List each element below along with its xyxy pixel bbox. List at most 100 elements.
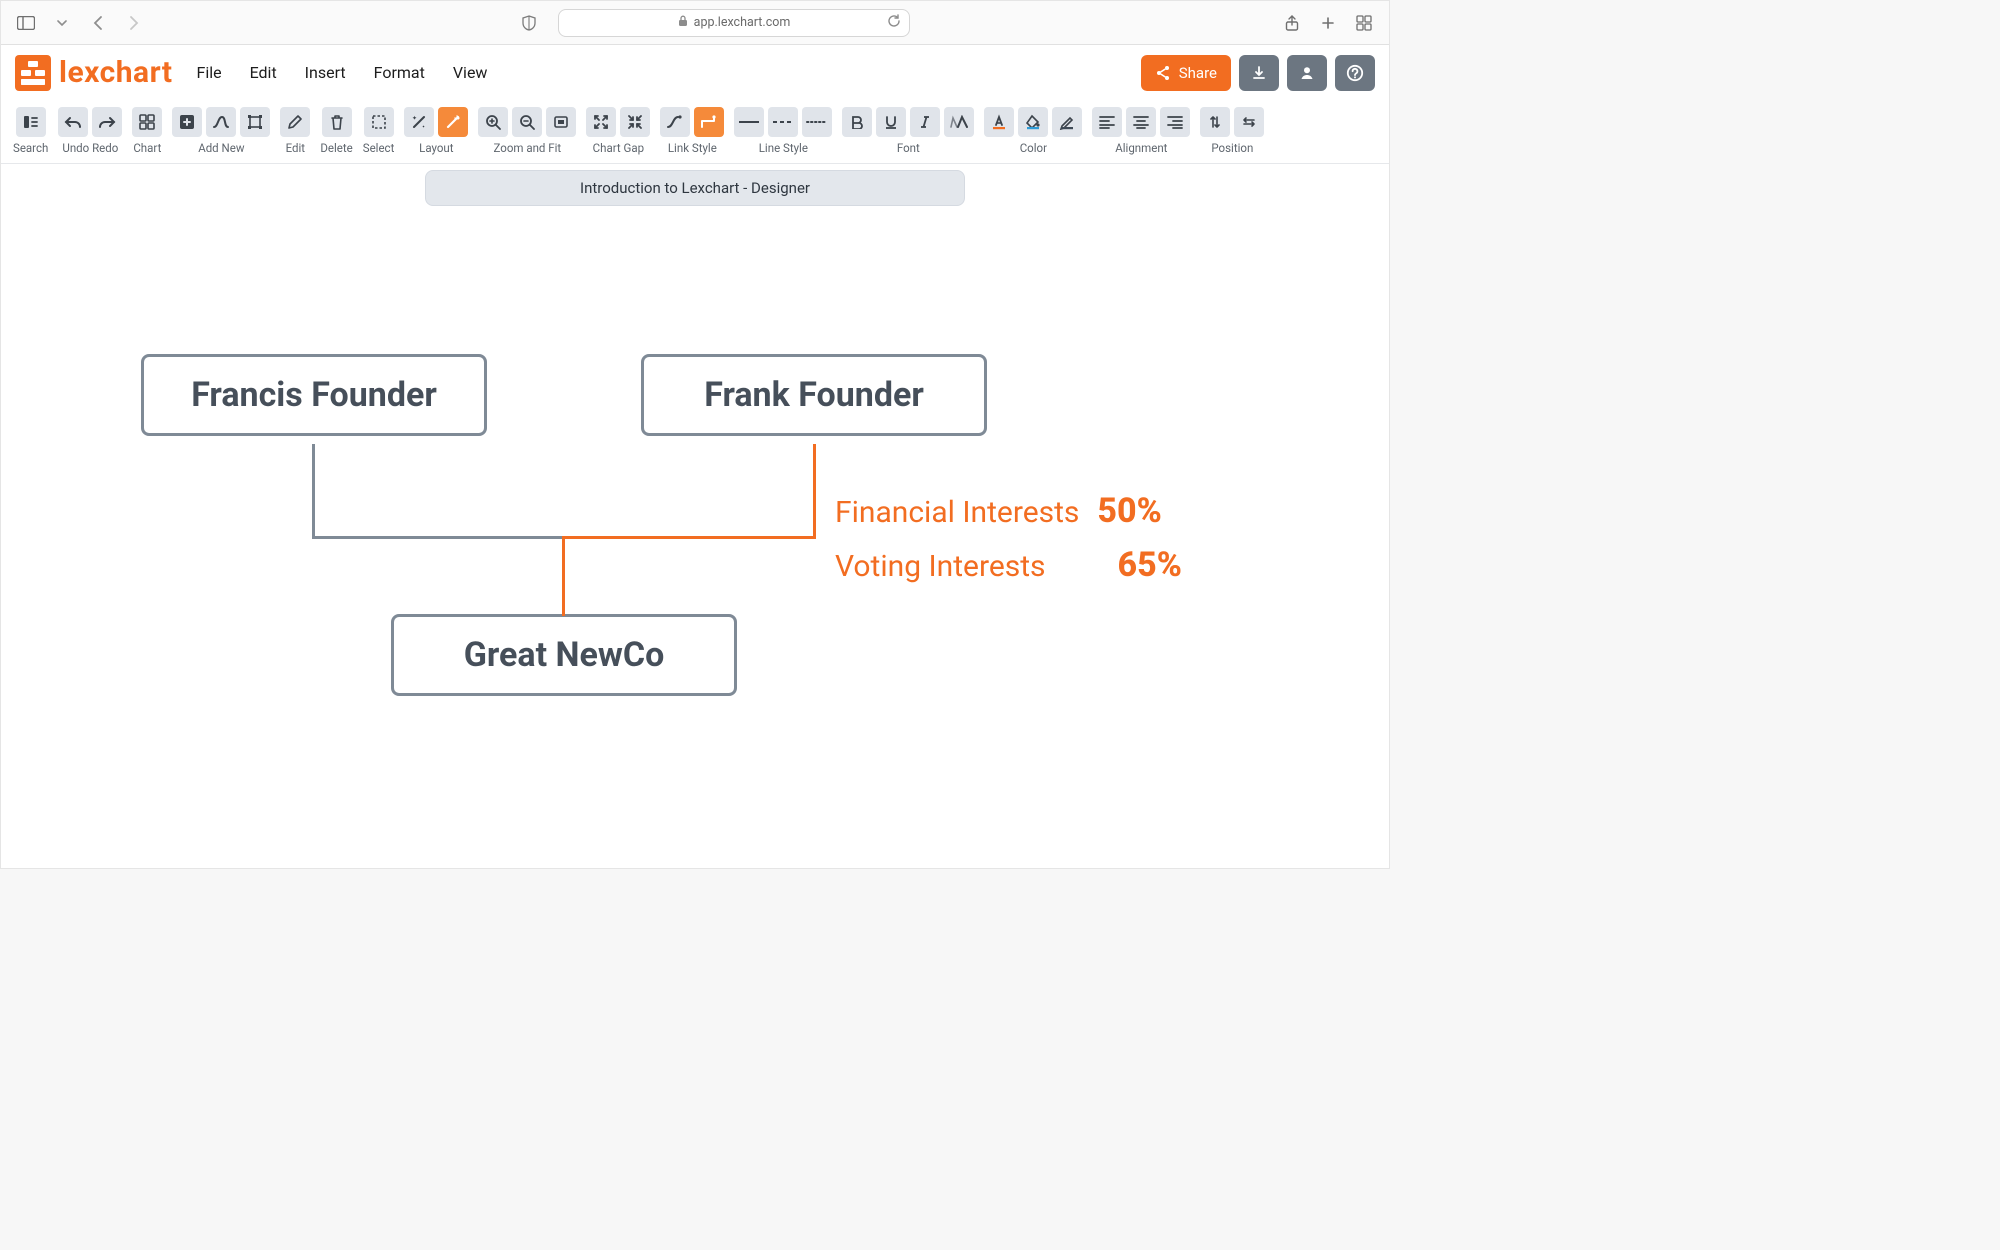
trash-icon[interactable] [322, 107, 352, 137]
download-button[interactable] [1239, 55, 1279, 91]
elbow-link-icon[interactable] [694, 107, 724, 137]
lock-icon [678, 15, 688, 31]
undo-icon[interactable] [58, 107, 88, 137]
share-system-icon[interactable] [1279, 10, 1305, 36]
transform-icon[interactable] [240, 107, 270, 137]
menu-format[interactable]: Format [374, 63, 425, 82]
toolbar-group-color: Color [984, 107, 1082, 155]
share-button-label: Share [1179, 64, 1217, 82]
textsize-icon[interactable] [944, 107, 974, 137]
menu-bar: File Edit Insert Format View [196, 63, 487, 82]
back-button[interactable] [85, 10, 111, 36]
document-tab[interactable]: Introduction to Lexchart - Designer [425, 170, 965, 206]
toolbar-group-label: Link Style [668, 141, 717, 155]
toolbar-group-chart: Chart [132, 107, 162, 155]
node-francis[interactable]: Francis Founder [141, 354, 487, 436]
toolbar-group-layout: ✦Layout [404, 107, 468, 155]
forward-button[interactable] [121, 10, 147, 36]
dotted-line-icon[interactable] [802, 107, 832, 137]
privacy-shield-icon[interactable] [516, 10, 542, 36]
toolbar-group-label: Edit [286, 141, 305, 155]
hreorder-icon[interactable] [1234, 107, 1264, 137]
annotation-value: 50% [1097, 484, 1161, 538]
stroke-color-icon[interactable] [1052, 107, 1082, 137]
italic-icon[interactable] [910, 107, 940, 137]
node-frank[interactable]: Frank Founder [641, 354, 987, 436]
node-newco[interactable]: Great NewCo [391, 614, 737, 696]
toolbar-group-line-style: Line Style [734, 107, 832, 155]
vreorder-icon[interactable] [1200, 107, 1230, 137]
toolbar-group-label: Font [897, 141, 920, 155]
bold-icon[interactable] [842, 107, 872, 137]
app-header: lexchart File Edit Insert Format View Sh… [1, 45, 1389, 101]
underline-icon[interactable] [876, 107, 906, 137]
toolbar-group-delete: Delete [320, 107, 352, 155]
solid-line-icon[interactable] [734, 107, 764, 137]
menu-file[interactable]: File [196, 63, 221, 82]
reload-icon[interactable] [887, 14, 901, 32]
pencil-icon[interactable] [280, 107, 310, 137]
toolbar-group-add-new: Add New [172, 107, 270, 155]
sidebar-toggle-icon[interactable] [13, 10, 39, 36]
marquee-icon[interactable] [364, 107, 394, 137]
expand-icon[interactable] [586, 107, 616, 137]
share-button[interactable]: Share [1141, 55, 1231, 91]
align-center-icon[interactable] [1126, 107, 1156, 137]
redo-icon[interactable] [92, 107, 122, 137]
dashed-line-icon[interactable] [768, 107, 798, 137]
logo-text: lexchart [59, 55, 172, 90]
tab-overview-icon[interactable] [1351, 10, 1377, 36]
zoom-in-icon[interactable] [478, 107, 508, 137]
toolbar-group-chart-gap: Chart Gap [586, 107, 650, 155]
svg-text:✦: ✦ [412, 115, 417, 122]
align-left-icon[interactable] [1092, 107, 1122, 137]
magic-fx-icon[interactable]: ✦ [404, 107, 434, 137]
account-button[interactable] [1287, 55, 1327, 91]
link-annotation: Financial Interests 50% Voting Interests… [835, 484, 1182, 593]
canvas[interactable]: Introduction to Lexchart - Designer Fran… [1, 164, 1389, 869]
share-icon [1155, 65, 1171, 81]
browser-toolbar: app.lexchart.com [1, 1, 1389, 45]
logo[interactable]: lexchart [15, 55, 172, 91]
curve-icon[interactable] [206, 107, 236, 137]
help-icon [1346, 64, 1364, 82]
menu-edit[interactable]: Edit [250, 63, 277, 82]
text-color-icon[interactable] [984, 107, 1014, 137]
toolbar-group-position: Position [1200, 107, 1264, 155]
connector-selected [562, 536, 816, 539]
chevron-down-icon[interactable] [49, 10, 75, 36]
add-box-icon[interactable] [172, 107, 202, 137]
toolbar-group-search: Search [13, 107, 48, 155]
connector [312, 444, 315, 539]
person-icon [1299, 65, 1315, 81]
fit-icon[interactable] [546, 107, 576, 137]
toolbar-group-label: Select [363, 141, 395, 155]
toolbar-group-edit: Edit [280, 107, 310, 155]
annotation-value: 65% [1118, 538, 1182, 592]
toolbar-group-label: Position [1211, 141, 1253, 155]
annotation-label: Voting Interests [835, 543, 1046, 591]
new-tab-icon[interactable] [1315, 10, 1341, 36]
connector-selected [813, 444, 816, 539]
zoom-out-icon[interactable] [512, 107, 542, 137]
toolbar-group-font: Font [842, 107, 974, 155]
magic-wand-icon[interactable] [438, 107, 468, 137]
menu-insert[interactable]: Insert [305, 63, 346, 82]
contract-icon[interactable] [620, 107, 650, 137]
fill-color-icon[interactable] [1018, 107, 1048, 137]
grid-icon[interactable] [132, 107, 162, 137]
address-bar[interactable]: app.lexchart.com [558, 9, 909, 37]
annotation-label: Financial Interests [835, 489, 1079, 537]
menu-view[interactable]: View [453, 63, 488, 82]
connector-selected [562, 536, 565, 616]
align-right-icon[interactable] [1160, 107, 1190, 137]
help-button[interactable] [1335, 55, 1375, 91]
toolbar-group-alignment: Alignment [1092, 107, 1190, 155]
toolbar: Search Undo Redo Chart Add New Edit Delete Sel… [1, 101, 1389, 164]
toolbar-group-undo-redo: Undo Redo [58, 107, 122, 155]
toolbar-group-select: Select [363, 107, 395, 155]
curve-link-icon[interactable] [660, 107, 690, 137]
search-panel-icon[interactable] [16, 107, 46, 137]
toolbar-group-label: Add New [198, 141, 244, 155]
toolbar-group-label: Delete [320, 141, 352, 155]
